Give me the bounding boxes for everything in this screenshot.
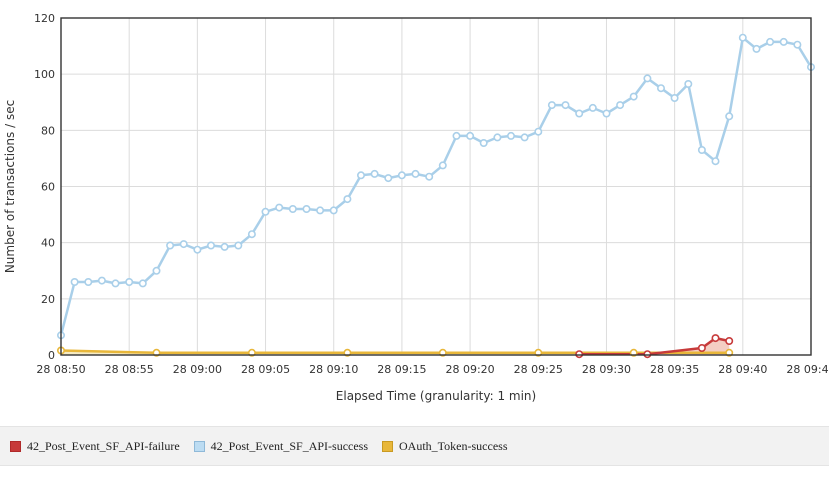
point-42-post-event-sf-api-success[interactable] — [138, 279, 147, 288]
point-42-post-event-sf-api-success[interactable] — [247, 230, 256, 239]
legend-swatch-failure — [10, 440, 21, 452]
x-tick-label: 28 09:25 — [514, 363, 563, 376]
legend-item-oauth[interactable]: OAuth_Token-success — [382, 439, 507, 454]
x-tick-label: 28 09:05 — [241, 363, 290, 376]
point-42-post-event-sf-api-failure[interactable] — [711, 334, 720, 343]
point-42-post-event-sf-api-success[interactable] — [261, 207, 270, 216]
grid-lines — [60, 17, 812, 356]
x-tick-label: 28 09:30 — [582, 363, 631, 376]
x-tick-label: 28 08:50 — [36, 363, 85, 376]
point-42-post-event-sf-api-success[interactable] — [452, 131, 461, 140]
x-axis-label: Elapsed Time (granularity: 1 min) — [336, 389, 536, 403]
legend-swatch-success — [193, 440, 205, 452]
point-42-post-event-sf-api-success[interactable] — [234, 241, 243, 250]
point-42-post-event-sf-api-success[interactable] — [220, 242, 229, 251]
point-42-post-event-sf-api-success[interactable] — [616, 101, 625, 110]
x-tick-label: 28 08:55 — [105, 363, 154, 376]
point-42-post-event-sf-api-success[interactable] — [643, 74, 652, 83]
point-42-post-event-sf-api-success[interactable] — [697, 146, 706, 155]
point-42-post-event-sf-api-success[interactable] — [506, 131, 515, 140]
x-tick-label: 28 09:20 — [445, 363, 494, 376]
y-tick-label: 60 — [41, 181, 55, 194]
point-42-post-event-sf-api-success[interactable] — [466, 131, 475, 140]
line-oauth-token-success — [60, 349, 730, 355]
point-42-post-event-sf-api-success[interactable] — [438, 161, 447, 170]
y-axis-ticks: 0 20 40 60 80 100 120 — [34, 12, 55, 362]
point-42-post-event-sf-api-success[interactable] — [70, 277, 79, 286]
point-42-post-event-sf-api-failure[interactable] — [575, 350, 584, 359]
legend-label-success: 42_Post_Event_SF_API-success — [210, 438, 369, 453]
point-42-post-event-sf-api-success[interactable] — [670, 94, 679, 103]
point-42-post-event-sf-api-success[interactable] — [793, 40, 802, 49]
point-42-post-event-sf-api-success[interactable] — [125, 277, 134, 286]
y-tick-label: 40 — [41, 237, 55, 250]
point-42-post-event-sf-api-failure[interactable] — [643, 350, 652, 359]
point-42-post-event-sf-api-success[interactable] — [97, 276, 106, 285]
x-tick-label: 28 09:45 — [786, 363, 829, 376]
y-tick-label: 100 — [34, 68, 55, 81]
point-42-post-event-sf-api-success[interactable] — [152, 266, 161, 275]
x-axis-ticks: 28 08:50 28 08:55 28 09:00 28 09:05 28 09:10… — [36, 363, 829, 376]
point-42-post-event-sf-api-success[interactable] — [356, 171, 365, 180]
point-42-post-event-sf-api-success[interactable] — [193, 245, 202, 254]
point-42-post-event-sf-api-success[interactable] — [547, 101, 556, 110]
legend-label-failure: 42_Post_Event_SF_API-failure — [27, 438, 180, 453]
point-42-post-event-sf-api-success[interactable] — [166, 241, 175, 250]
x-tick-label: 28 09:00 — [173, 363, 222, 376]
point-42-post-event-sf-api-success[interactable] — [479, 139, 488, 148]
point-42-post-event-sf-api-success[interactable] — [520, 133, 529, 142]
x-tick-label: 28 09:15 — [377, 363, 426, 376]
point-42-post-event-sf-api-success[interactable] — [343, 195, 352, 204]
point-42-post-event-sf-api-success[interactable] — [752, 44, 761, 53]
point-42-post-event-sf-api-success[interactable] — [329, 206, 338, 215]
point-42-post-event-sf-api-success[interactable] — [316, 206, 325, 215]
point-42-post-event-sf-api-success[interactable] — [725, 112, 734, 121]
series-points — [56, 33, 815, 359]
point-42-post-event-sf-api-success[interactable] — [656, 84, 665, 93]
point-42-post-event-sf-api-success[interactable] — [288, 205, 297, 214]
point-42-post-event-sf-api-success[interactable] — [302, 205, 311, 214]
point-42-post-event-sf-api-success[interactable] — [766, 37, 775, 46]
point-42-post-event-sf-api-success[interactable] — [534, 127, 543, 136]
point-42-post-event-sf-api-success[interactable] — [179, 240, 188, 249]
legend-item-failure[interactable]: 42_Post_Event_SF_API-failure — [10, 439, 180, 454]
legend-label-oauth: OAuth_Token-success — [399, 438, 508, 453]
point-42-post-event-sf-api-success[interactable] — [411, 169, 420, 178]
point-42-post-event-sf-api-success[interactable] — [561, 101, 570, 110]
point-42-post-event-sf-api-success[interactable] — [738, 33, 747, 42]
y-tick-label: 20 — [41, 293, 55, 306]
point-42-post-event-sf-api-success[interactable] — [84, 277, 93, 286]
x-tick-label: 28 09:40 — [718, 363, 767, 376]
y-tick-label: 80 — [41, 124, 55, 137]
legend: 42_Post_Event_SF_API-failure 42_Post_Eve… — [0, 426, 829, 466]
point-42-post-event-sf-api-success[interactable] — [370, 169, 379, 178]
point-42-post-event-sf-api-success[interactable] — [575, 109, 584, 118]
point-42-post-event-sf-api-success[interactable] — [684, 80, 693, 89]
point-42-post-event-sf-api-failure[interactable] — [697, 343, 706, 352]
point-42-post-event-sf-api-success[interactable] — [493, 133, 502, 142]
x-tick-label: 28 09:10 — [309, 363, 358, 376]
y-tick-label: 0 — [48, 349, 55, 362]
point-42-post-event-sf-api-success[interactable] — [275, 203, 284, 212]
point-42-post-event-sf-api-success[interactable] — [629, 92, 638, 101]
point-42-post-event-sf-api-success[interactable] — [397, 171, 406, 180]
legend-item-success[interactable]: 42_Post_Event_SF_API-success — [193, 438, 369, 454]
x-tick-label: 28 09:35 — [650, 363, 699, 376]
series-lines — [59, 36, 813, 356]
point-42-post-event-sf-api-success[interactable] — [384, 174, 393, 183]
point-42-post-event-sf-api-success[interactable] — [111, 279, 120, 288]
point-42-post-event-sf-api-success[interactable] — [711, 157, 720, 166]
legend-swatch-oauth — [382, 440, 394, 452]
point-42-post-event-sf-api-failure[interactable] — [725, 336, 734, 345]
point-42-post-event-sf-api-success[interactable] — [602, 109, 611, 118]
y-axis-label: Number of transactions / sec — [3, 100, 17, 273]
point-42-post-event-sf-api-success[interactable] — [425, 172, 434, 181]
transactions-chart: 0 20 40 60 80 100 120 28 08:50 28 08:55 28 09:00… — [3, 12, 829, 403]
y-tick-label: 120 — [34, 12, 55, 25]
point-42-post-event-sf-api-success[interactable] — [207, 241, 216, 250]
point-42-post-event-sf-api-success[interactable] — [588, 103, 597, 112]
point-42-post-event-sf-api-success[interactable] — [779, 37, 788, 46]
